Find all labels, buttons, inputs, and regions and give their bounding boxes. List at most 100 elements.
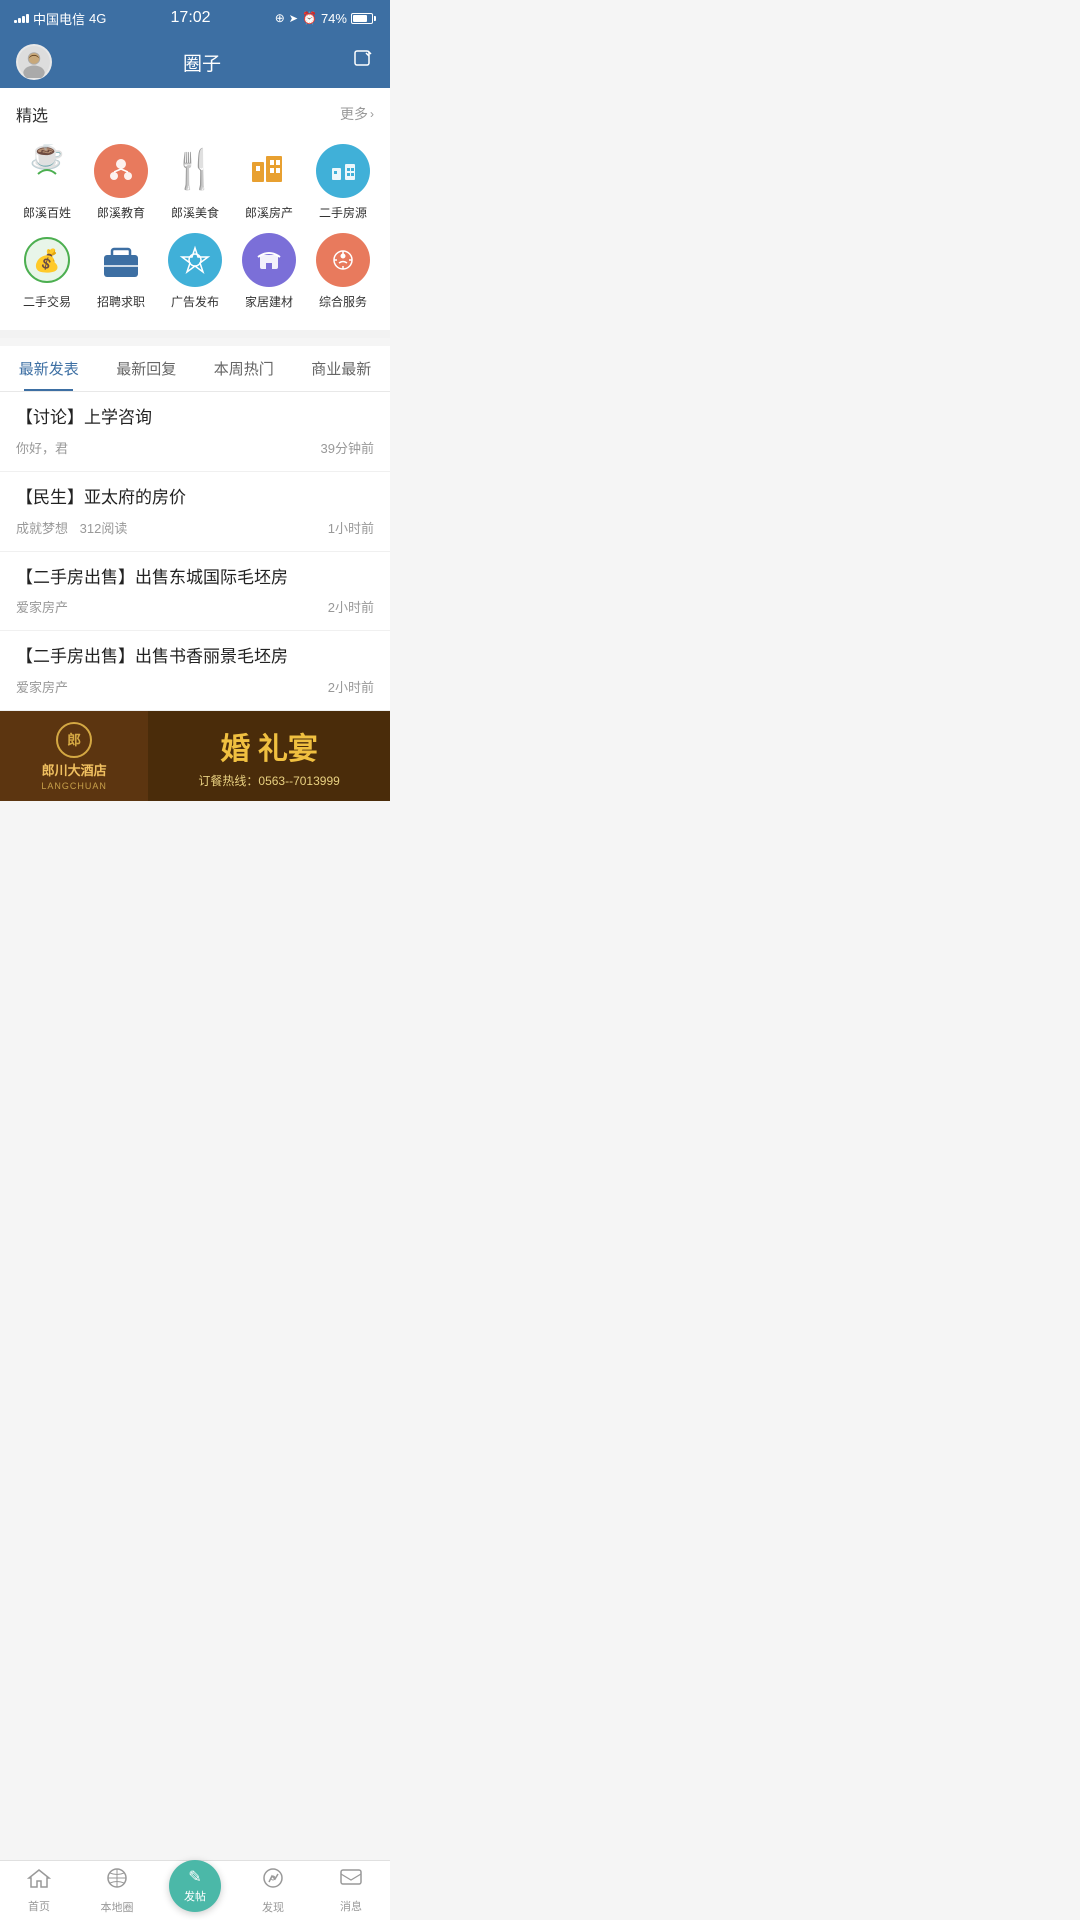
messages-icon [339,1867,363,1895]
meishi-icon: 🍴 [168,144,222,198]
zonghe-label: 综合服务 [319,293,367,310]
nav-discover-label: 发现 [262,1899,284,1915]
discover-icon [261,1866,285,1896]
post-list: 【讨论】上学咨询 你好，君 39分钟前 【民生】亚太府的房价 成就梦想 312阅… [0,392,390,711]
more-button[interactable]: 更多 › [340,104,374,124]
nav-messages-label: 消息 [340,1898,362,1914]
section-title: 精选 [16,102,48,126]
post-meta-2: 成就梦想 312阅读 1小时前 [16,518,374,537]
ad-sub-text: 订餐热线：0563--7013999 [198,772,339,789]
tab-reply[interactable]: 最新回复 [98,346,196,391]
bottom-nav: 首页 本地圈 ✎ 发帖 发现 [0,1860,390,1920]
baixing-icon: ☕ [20,144,74,198]
category-ershousrc[interactable]: 二手房源 [306,138,380,227]
post-meta-3: 爱家房产 2小时前 [16,597,374,616]
guanggao-icon [168,233,222,287]
post-meta-4: 爱家房产 2小时前 [16,677,374,696]
post-author-3: 爱家房产 [16,597,68,616]
section-header: 精选 更多 › [0,98,390,138]
tab-biz[interactable]: 商业最新 [293,346,391,391]
nav-local-label: 本地圈 [101,1899,134,1915]
zhaopin-label: 招聘求职 [97,293,145,310]
category-baixing[interactable]: ☕ 郎溪百姓 [10,138,84,227]
zonghe-icon [316,233,370,287]
battery-icon [351,13,376,24]
post-title-3: 【二手房出售】出售东城国际毛坯房 [16,566,374,590]
featured-section: 精选 更多 › ☕ 郎溪百姓 [0,88,390,330]
ershujiaoy-label: 二手交易 [23,293,71,310]
post-title-4: 【二手房出售】出售书香丽景毛坯房 [16,645,374,669]
post-time-4: 2小时前 [328,677,374,696]
divider-1 [0,330,390,338]
svg-text:☕: ☕ [30,144,65,171]
svg-text:💰: 💰 [33,248,60,274]
post-fab-button[interactable]: ✎ 发帖 [169,1860,221,1912]
category-jiaoyu[interactable]: 郎溪教育 [84,138,158,227]
jiaju-icon [242,233,296,287]
status-bar: 中国电信 4G 17:02 ⊕ ➤ ⏰ 74% [0,0,390,36]
category-jiaju[interactable]: 家居建材 [232,227,306,316]
ad-right: 婚 礼宴 订餐热线：0563--7013999 [148,711,390,801]
jiaoyu-icon [94,144,148,198]
navigation-icon: ➤ [289,12,298,25]
carrier-label: 中国电信 [33,9,85,28]
post-item-1[interactable]: 【讨论】上学咨询 你好，君 39分钟前 [0,392,390,472]
posts-section: 最新发表 最新回复 本周热门 商业最新 【讨论】上学咨询 你好，君 39分钟前 [0,346,390,711]
post-author-4: 爱家房产 [16,677,68,696]
status-left: 中国电信 4G [14,9,106,28]
ad-hotel-sub: LANGCHUAN [41,781,107,791]
category-zonghe[interactable]: 综合服务 [306,227,380,316]
time-label: 17:02 [171,9,211,27]
jiaju-label: 家居建材 [245,293,293,310]
post-meta-1: 你好，君 39分钟前 [16,438,374,457]
post-time-1: 39分钟前 [321,438,374,457]
ad-banner[interactable]: 郎 郎川大酒店 LANGCHUAN 婚 礼宴 订餐热线：0563--701399… [0,711,390,801]
avatar[interactable] [16,44,52,80]
nav-post-label: 发帖 [184,1888,206,1904]
edit-icon[interactable] [352,48,374,76]
ad-logo: 郎 [56,722,92,758]
category-meishi[interactable]: 🍴 郎溪美食 [158,138,232,227]
post-item-4[interactable]: 【二手房出售】出售书香丽景毛坯房 爱家房产 2小时前 [0,631,390,711]
tab-latest[interactable]: 最新发表 [0,346,98,391]
post-item-3[interactable]: 【二手房出售】出售东城国际毛坯房 爱家房产 2小时前 [0,552,390,632]
nav-home[interactable]: 首页 [0,1867,78,1914]
tabs-bar: 最新发表 最新回复 本周热门 商业最新 [0,346,390,392]
category-erzhujiaoy[interactable]: 💰 二手交易 [10,227,84,316]
meishi-label: 郎溪美食 [171,204,219,221]
category-guanggao[interactable]: 广告发布 [158,227,232,316]
local-icon [105,1866,129,1896]
avatar-image [18,46,50,78]
post-title-2: 【民生】亚太府的房价 [16,486,374,510]
post-title-1: 【讨论】上学咨询 [16,406,374,430]
fangchan-label: 郎溪房产 [245,204,293,221]
guanggao-label: 广告发布 [171,293,219,310]
category-fangchan[interactable]: 郎溪房产 [232,138,306,227]
page-title: 圈子 [183,49,221,76]
ad-hotel-name: 郎川大酒店 [42,760,107,779]
tab-hot[interactable]: 本周热门 [195,346,293,391]
ershousrc-icon [316,144,370,198]
svg-text:🍴: 🍴 [171,147,218,192]
location-icon: ⊕ [275,11,285,25]
post-time-2: 1小时前 [328,518,374,537]
ad-left: 郎 郎川大酒店 LANGCHUAN [0,711,148,801]
post-author-2: 成就梦想 312阅读 [16,518,127,537]
ershousrc-label: 二手房源 [319,204,367,221]
nav-home-label: 首页 [28,1898,50,1914]
status-right: ⊕ ➤ ⏰ 74% [275,11,376,26]
nav-local[interactable]: 本地圈 [78,1866,156,1915]
post-time-3: 2小时前 [328,597,374,616]
nav-post[interactable]: ✎ 发帖 [156,1860,234,1920]
jiaoyu-label: 郎溪教育 [97,204,145,221]
post-item-2[interactable]: 【民生】亚太府的房价 成就梦想 312阅读 1小时前 [0,472,390,552]
zhaopin-icon [94,233,148,287]
nav-messages[interactable]: 消息 [312,1867,390,1914]
nav-discover[interactable]: 发现 [234,1866,312,1915]
battery-pct: 74% [321,11,347,26]
signal-icon [14,14,29,23]
alarm-icon: ⏰ [302,11,317,25]
baixing-label: 郎溪百姓 [23,204,71,221]
category-grid: ☕ 郎溪百姓 郎溪教育 [0,138,390,316]
category-zhaopin[interactable]: 招聘求职 [84,227,158,316]
